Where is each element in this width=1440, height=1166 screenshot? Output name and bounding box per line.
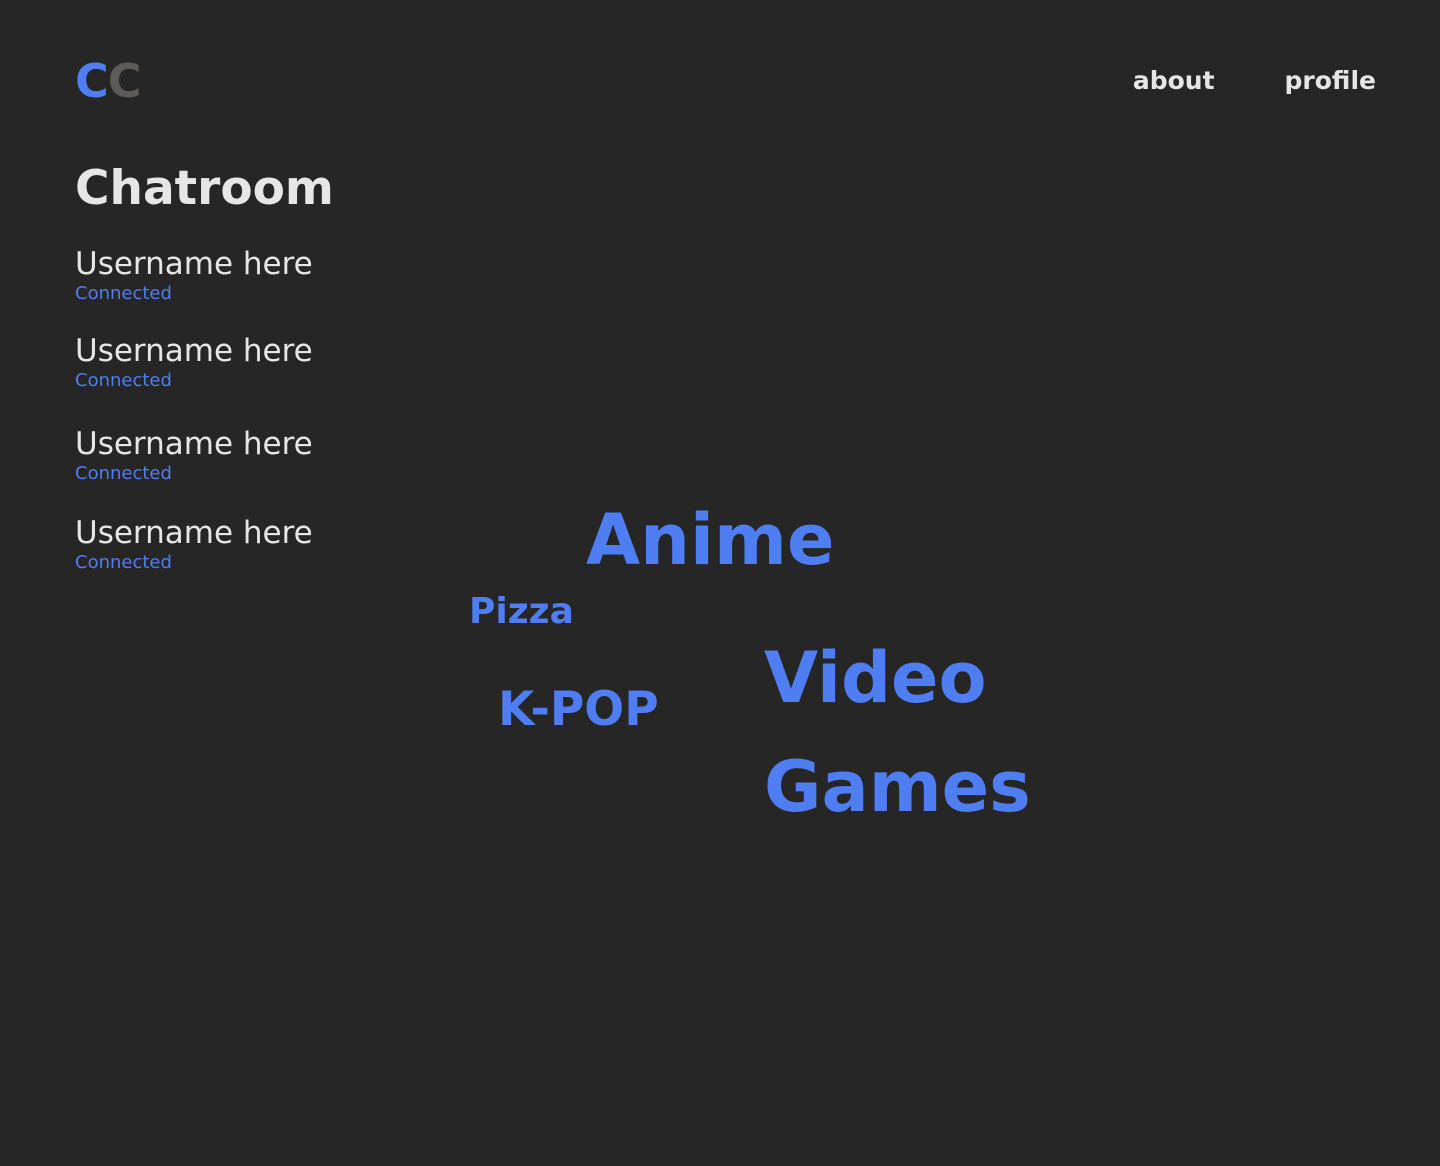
user-list-item[interactable]: Username here Connected bbox=[75, 247, 313, 305]
connection-status: Connected bbox=[75, 283, 172, 305]
connection-status: Connected bbox=[75, 463, 172, 485]
connection-status: Connected bbox=[75, 552, 172, 574]
logo-letter-primary: C bbox=[75, 54, 109, 108]
connection-status: Connected bbox=[75, 370, 172, 392]
topic-games[interactable]: Games bbox=[764, 752, 1031, 822]
top-nav: about profile bbox=[1133, 66, 1376, 96]
username: Username here bbox=[75, 426, 313, 462]
topic-kpop[interactable]: K-POP bbox=[498, 686, 659, 733]
username: Username here bbox=[75, 515, 313, 551]
topic-anime[interactable]: Anime bbox=[586, 505, 834, 575]
username: Username here bbox=[75, 333, 313, 369]
user-list-item[interactable]: Username here Connected bbox=[75, 427, 313, 485]
nav-profile-link[interactable]: profile bbox=[1285, 66, 1376, 96]
username: Username here bbox=[75, 246, 313, 282]
logo-letter-secondary: C bbox=[107, 54, 142, 108]
logo[interactable]: CC bbox=[75, 58, 142, 104]
topic-pizza[interactable]: Pizza bbox=[469, 594, 574, 630]
nav-about-link[interactable]: about bbox=[1133, 66, 1215, 96]
page-title: Chatroom bbox=[75, 161, 334, 216]
topic-video[interactable]: Video bbox=[764, 643, 987, 713]
user-list-item[interactable]: Username here Connected bbox=[75, 516, 313, 574]
page: CC about profile Chatroom Username here … bbox=[0, 0, 1440, 1166]
user-list-item[interactable]: Username here Connected bbox=[75, 334, 313, 392]
